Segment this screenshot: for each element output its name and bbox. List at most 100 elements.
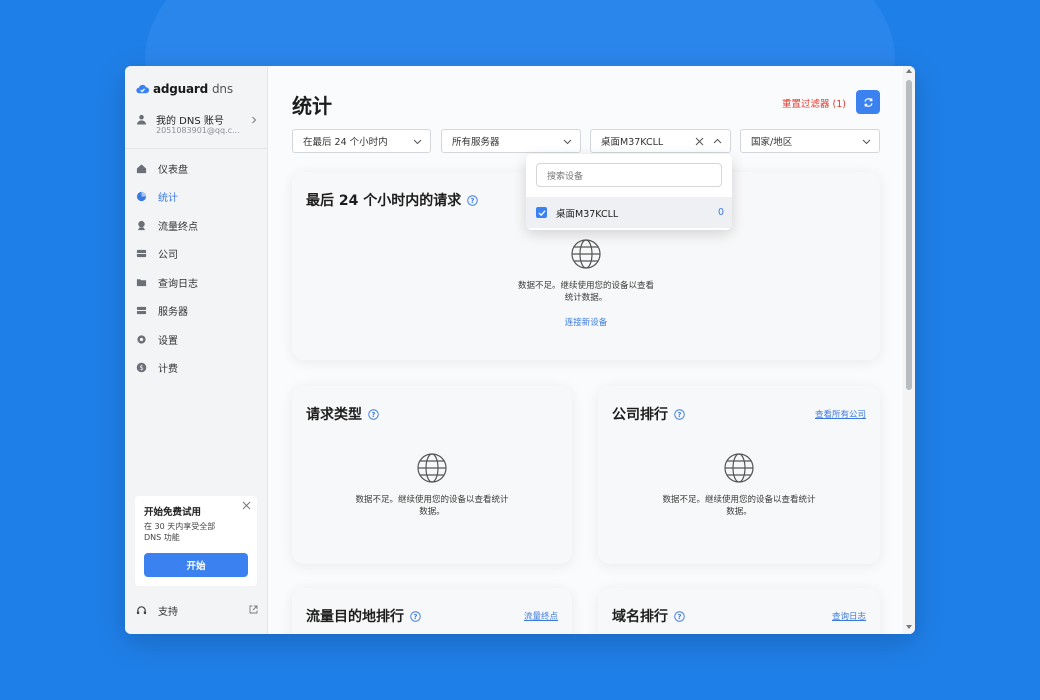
- company-rank-card: 公司排行 ? 查看所有公司 数据不足。继续使用您的设备以查看统计数据。: [598, 386, 880, 564]
- device-dropdown: 搜索设备 桌面M37KCLL 0: [526, 154, 732, 230]
- country-select[interactable]: 国家/地区: [740, 129, 880, 153]
- sidebar-item-label: 流量终点: [158, 221, 198, 233]
- svg-text:?: ?: [471, 196, 475, 204]
- sidebar: adguard dns 我的 DNS 账号 2051083901@qq.c...…: [125, 66, 268, 634]
- device-option-count: 0: [717, 207, 724, 218]
- traffic-endpoints-link[interactable]: 流量终点: [524, 610, 558, 622]
- refresh-icon: [863, 97, 873, 107]
- page-title: 统计: [292, 94, 332, 118]
- server-value: 所有服务器: [452, 137, 500, 148]
- empty-text: 数据不足。继续使用您的设备以查看统计数据。: [355, 495, 509, 517]
- trial-title: 开始免费试用: [144, 507, 202, 518]
- account-email: 2051083901@qq.c...: [156, 126, 240, 135]
- checkbox-checked-icon[interactable]: [536, 207, 547, 218]
- help-icon[interactable]: ?: [674, 408, 685, 420]
- trial-description: 在 30 天内享受全部 DNS 功能: [144, 522, 216, 542]
- request-types-title: 请求类型: [306, 407, 362, 423]
- sidebar-item-company[interactable]: 公司: [125, 240, 268, 269]
- home-icon: [136, 164, 147, 173]
- sidebar-item-settings[interactable]: 设置: [125, 325, 268, 354]
- cloud-check-icon: [136, 84, 149, 93]
- main-content: 统计 重置过滤器 (1) 在最后 24 个小时内 所有服务器 桌面M37KCLL…: [268, 66, 903, 634]
- domain-rank-title: 域名排行: [612, 609, 668, 625]
- reset-filters-link[interactable]: 重置过滤器 (1): [782, 96, 846, 110]
- device-option[interactable]: 桌面M37KCLL 0: [526, 197, 732, 228]
- dollar-icon: $: [136, 362, 147, 373]
- support-link[interactable]: 支持: [136, 603, 258, 618]
- sidebar-item-traffic-endpoints[interactable]: 流量终点: [125, 211, 268, 240]
- external-link-icon: [249, 605, 258, 614]
- sidebar-item-billing[interactable]: $ 计费: [125, 354, 268, 383]
- server-icon: [136, 307, 147, 315]
- scroll-thumb[interactable]: [906, 80, 912, 390]
- sidebar-item-label: 公司: [158, 250, 178, 262]
- time-range-value: 在最后 24 个小时内: [303, 137, 388, 148]
- pie-chart-icon: [136, 192, 147, 202]
- pin-icon: [137, 220, 146, 230]
- brand-suffix: dns: [212, 82, 233, 96]
- svg-text:?: ?: [372, 410, 376, 418]
- country-value: 国家/地区: [751, 137, 793, 148]
- chevron-down-icon: [413, 139, 422, 145]
- sidebar-item-label: 查询日志: [158, 278, 198, 290]
- refresh-button[interactable]: [856, 90, 880, 114]
- scrollbar[interactable]: [903, 66, 915, 634]
- device-search-input[interactable]: 搜索设备: [536, 163, 722, 187]
- sidebar-item-label: 计费: [158, 364, 178, 376]
- svg-text:$: $: [139, 364, 143, 372]
- query-log-link[interactable]: 查询日志: [832, 610, 866, 622]
- connect-device-link[interactable]: 连接新设备: [516, 316, 656, 328]
- help-icon[interactable]: ?: [467, 194, 478, 206]
- device-value: 桌面M37KCLL: [601, 137, 664, 148]
- headset-icon: [136, 605, 147, 614]
- company-rank-title: 公司排行: [612, 407, 668, 423]
- svg-text:?: ?: [414, 612, 418, 620]
- svg-text:?: ?: [678, 612, 682, 620]
- scroll-up-icon[interactable]: [906, 68, 912, 74]
- close-icon[interactable]: [242, 501, 251, 510]
- free-trial-card: 开始免费试用 在 30 天内享受全部 DNS 功能 开始: [135, 496, 257, 586]
- sidebar-item-dashboard[interactable]: 仪表盘: [125, 154, 268, 183]
- account-label: 我的 DNS 账号: [156, 116, 224, 127]
- help-icon[interactable]: ?: [674, 610, 685, 622]
- logo[interactable]: adguard dns: [136, 82, 233, 96]
- sidebar-item-label: 服务器: [158, 307, 188, 319]
- app-window: adguard dns 我的 DNS 账号 2051083901@qq.c...…: [125, 66, 915, 634]
- folder-icon: [136, 279, 147, 286]
- time-range-select[interactable]: 在最后 24 个小时内: [292, 129, 431, 153]
- globe-icon: [571, 239, 601, 269]
- traffic-destinations-card: 流量目的地排行 ? 流量终点: [292, 588, 572, 634]
- request-types-card: 请求类型 ? 数据不足。继续使用您的设备以查看统计数据。: [292, 386, 572, 564]
- brand-name: adguard: [153, 82, 209, 96]
- empty-text: 数据不足。继续使用您的设备以查看统计数据。: [517, 281, 654, 303]
- empty-state: 数据不足。继续使用您的设备以查看统计数据。: [659, 452, 819, 518]
- svg-text:?: ?: [678, 410, 682, 418]
- sidebar-item-label: 仪表盘: [158, 164, 188, 176]
- help-icon[interactable]: ?: [410, 610, 421, 622]
- requests-title: 最后 24 个小时内的请求: [306, 193, 462, 209]
- empty-text: 数据不足。继续使用您的设备以查看统计数据。: [662, 495, 816, 517]
- sidebar-item-label: 设置: [158, 335, 178, 347]
- sidebar-item-servers[interactable]: 服务器: [125, 297, 268, 326]
- sidebar-nav: 仪表盘 统计 流量终点 公司 查询日志 服务器 设置 $ 计费: [125, 154, 268, 382]
- chevron-up-icon: [713, 138, 722, 144]
- globe-icon: [724, 453, 754, 483]
- sidebar-item-stats[interactable]: 统计: [125, 183, 268, 212]
- clear-icon[interactable]: [695, 137, 704, 146]
- chevron-down-icon: [563, 139, 572, 145]
- view-all-companies-link[interactable]: 查看所有公司: [815, 408, 866, 420]
- device-select[interactable]: 桌面M37KCLL: [590, 129, 731, 153]
- gear-icon: [137, 335, 146, 344]
- sidebar-divider: [125, 148, 268, 149]
- account-switcher[interactable]: 我的 DNS 账号 2051083901@qq.c...: [136, 112, 258, 138]
- start-trial-button[interactable]: 开始: [144, 553, 248, 577]
- help-icon[interactable]: ?: [368, 408, 379, 420]
- sidebar-item-query-log[interactable]: 查询日志: [125, 268, 268, 297]
- traffic-destinations-title: 流量目的地排行: [306, 609, 404, 625]
- sidebar-item-label: 统计: [158, 193, 178, 205]
- server-select[interactable]: 所有服务器: [441, 129, 581, 153]
- globe-icon: [417, 453, 447, 483]
- chevron-right-icon: [252, 116, 257, 124]
- scroll-down-icon[interactable]: [906, 624, 912, 630]
- support-label: 支持: [158, 606, 178, 618]
